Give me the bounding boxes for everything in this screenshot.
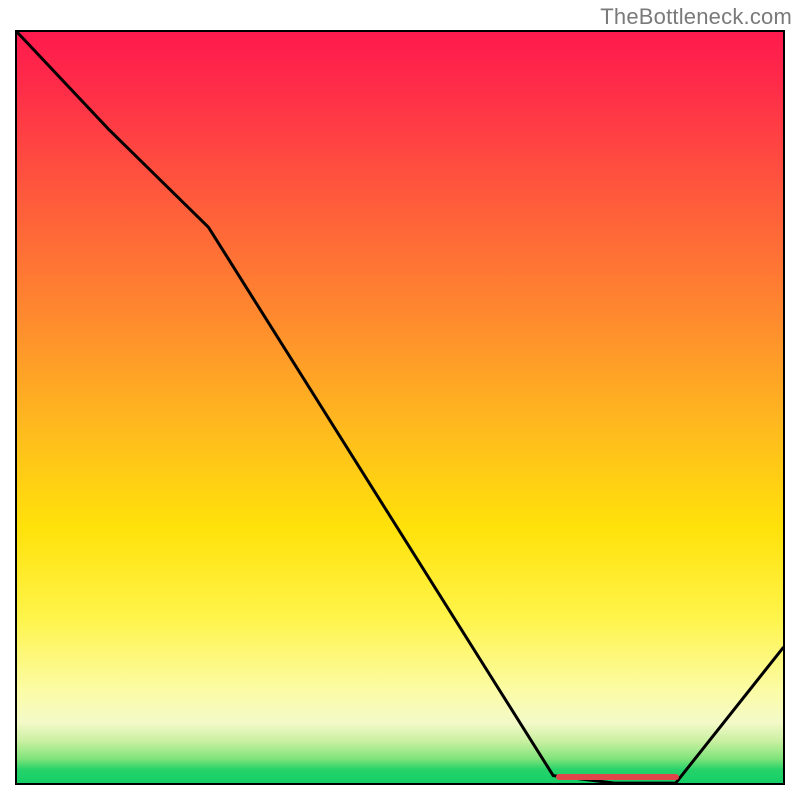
attribution-text: TheBottleneck.com [600, 4, 792, 30]
bottleneck-curve [17, 32, 783, 783]
plot-frame [15, 30, 785, 785]
chart-container: TheBottleneck.com [0, 0, 800, 800]
optimal-range-marker [556, 774, 679, 780]
